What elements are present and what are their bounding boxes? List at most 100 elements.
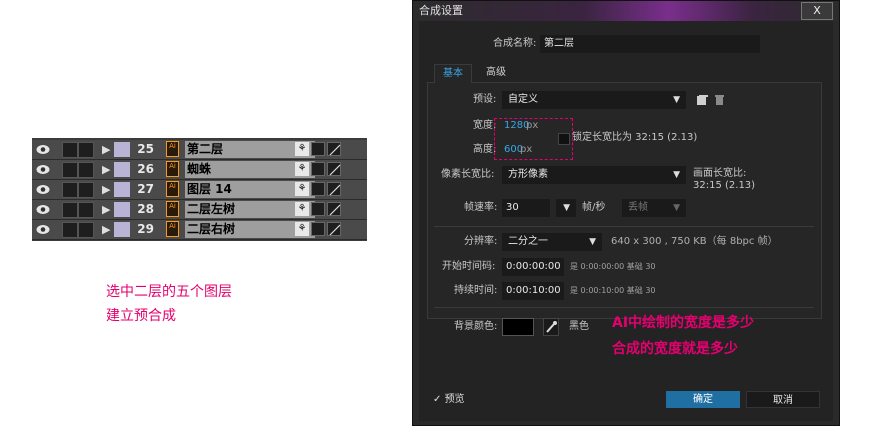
shy-switch-icon[interactable]: ⚘ (295, 142, 309, 156)
dialog-titlebar: 合成设置 X (413, 1, 839, 21)
expand-arrow-icon[interactable]: ▶ (102, 181, 110, 198)
divider (434, 307, 814, 308)
start-timecode-info: 是 0:00:00:00 基础 30 (570, 262, 656, 271)
ok-button[interactable]: 确定 (666, 391, 740, 408)
eye-icon[interactable] (36, 224, 50, 235)
bg-color-swatch[interactable] (502, 318, 534, 336)
illustrator-file-icon: Ai (166, 221, 179, 237)
audio-toggle[interactable] (62, 142, 78, 158)
expand-arrow-icon[interactable]: ▶ (102, 141, 110, 158)
expand-arrow-icon[interactable]: ▶ (102, 221, 110, 238)
audio-toggle[interactable] (62, 162, 78, 178)
chevron-down-icon: ▼ (589, 237, 596, 247)
pixel-aspect-dropdown[interactable]: 方形像素 ▼ (502, 166, 686, 184)
layer-row[interactable]: ▶ 29 Ai 二层右树 ⚘ (32, 220, 367, 240)
save-preset-icon[interactable] (696, 94, 708, 106)
layer-number: 25 (137, 142, 154, 156)
trash-icon[interactable] (713, 94, 725, 106)
fps-dropdown[interactable]: ▼ (556, 199, 576, 217)
solo-toggle[interactable] (78, 202, 94, 218)
layer-row[interactable]: ▶ 28 Ai 二层左树 ⚘ (32, 200, 367, 220)
start-timecode-input[interactable]: 0:00:00:00 (502, 258, 564, 276)
height-label: 高度: (473, 144, 497, 155)
shy-switch-icon[interactable]: ⚘ (295, 222, 309, 236)
drop-frame-value: 丢帧 (628, 202, 648, 213)
expand-arrow-icon[interactable]: ▶ (102, 161, 110, 178)
start-timecode-label: 开始时间码: (442, 261, 496, 272)
close-button[interactable]: X (801, 2, 833, 20)
label-color-swatch[interactable] (114, 222, 130, 237)
label-color-swatch[interactable] (114, 182, 130, 197)
duration-input[interactable]: 0:00:10:00 (502, 282, 564, 300)
lock-aspect-label: 锁定长宽比为 32:15 (2.13) (572, 132, 698, 143)
dialog-title: 合成设置 (419, 4, 463, 17)
preset-label: 预设: (473, 94, 497, 105)
switch-box[interactable] (311, 222, 325, 236)
chevron-down-icon: ▼ (673, 95, 680, 105)
switch-box[interactable] (311, 182, 325, 196)
illustrator-file-icon: Ai (166, 181, 179, 197)
shy-switch-icon[interactable]: ⚘ (295, 182, 309, 196)
eye-icon[interactable] (36, 184, 50, 195)
switch-box[interactable] (311, 142, 325, 156)
solo-toggle[interactable] (78, 182, 94, 198)
duration-label: 持续时间: (454, 285, 498, 296)
pixel-aspect-label: 像素长宽比: (441, 169, 495, 180)
layer-row[interactable]: ▶ 26 Ai 蜘蛛 ⚘ (32, 160, 367, 180)
caption-line-2: 建立预合成 (106, 308, 176, 324)
illustrator-file-icon: Ai (166, 141, 179, 157)
eye-icon[interactable] (36, 144, 50, 155)
chevron-down-icon: ▼ (563, 203, 570, 213)
label-color-swatch[interactable] (114, 162, 130, 177)
switch-box[interactable] (311, 202, 325, 216)
quality-switch-icon[interactable] (327, 222, 341, 236)
layer-number: 28 (137, 202, 154, 216)
quality-switch-icon[interactable] (327, 182, 341, 196)
eyedropper-button[interactable] (543, 318, 559, 336)
layer-number: 27 (137, 182, 154, 196)
eye-icon[interactable] (36, 164, 50, 175)
audio-toggle[interactable] (62, 182, 78, 198)
frame-aspect-value: 32:15 (2.13) (693, 180, 756, 191)
drop-frame-dropdown[interactable]: 丢帧 ▼ (622, 199, 686, 217)
label-color-swatch[interactable] (114, 202, 130, 217)
tab-basic[interactable]: 基本 (434, 64, 472, 83)
width-label: 宽度: (473, 120, 497, 131)
caption-line-1: 选中二层的五个图层 (106, 284, 232, 300)
quality-switch-icon[interactable] (327, 142, 341, 156)
shy-switch-icon[interactable]: ⚘ (295, 202, 309, 216)
lock-aspect-checkbox[interactable] (558, 133, 570, 145)
illustrator-file-icon: Ai (166, 201, 179, 217)
chevron-down-icon: ▼ (673, 170, 680, 180)
expand-arrow-icon[interactable]: ▶ (102, 201, 110, 218)
solo-toggle[interactable] (78, 142, 94, 158)
resolution-label: 分辨率: (464, 236, 498, 247)
audio-toggle[interactable] (62, 202, 78, 218)
shy-switch-icon[interactable]: ⚘ (295, 162, 309, 176)
fps-input[interactable]: 30 (502, 199, 550, 217)
preset-dropdown[interactable]: 自定义 ▼ (502, 91, 686, 109)
preview-label: 预览 (444, 394, 465, 405)
eyedropper-icon (546, 321, 557, 333)
quality-switch-icon[interactable] (327, 162, 341, 176)
preset-value: 自定义 (508, 94, 538, 105)
layer-row[interactable]: ▶ 27 Ai 图层 14 ⚘ (32, 180, 367, 200)
annotation-text: AI中绘制的宽度是多少 合成的宽度就是多少 (612, 310, 754, 362)
tab-advanced[interactable]: 高级 (478, 64, 514, 82)
eye-icon[interactable] (36, 204, 50, 215)
bg-color-name: 黑色 (569, 321, 589, 332)
audio-toggle[interactable] (62, 222, 78, 238)
cancel-button[interactable]: 取消 (746, 391, 820, 408)
layer-row[interactable]: ▶ 25 Ai 第二层 ⚘ (32, 140, 367, 160)
resolution-dropdown[interactable]: 二分之一 ▼ (502, 233, 602, 251)
solo-toggle[interactable] (78, 162, 94, 178)
solo-toggle[interactable] (78, 222, 94, 238)
resolution-value: 二分之一 (508, 236, 548, 247)
illustrator-file-icon: Ai (166, 161, 179, 177)
quality-switch-icon[interactable] (327, 202, 341, 216)
label-color-swatch[interactable] (114, 142, 130, 157)
comp-name-label: 合成名称: (493, 38, 537, 49)
preview-checkbox[interactable]: ✓ 预览 (433, 392, 465, 408)
switch-box[interactable] (311, 162, 325, 176)
comp-name-input[interactable]: 第二层 (540, 35, 760, 53)
